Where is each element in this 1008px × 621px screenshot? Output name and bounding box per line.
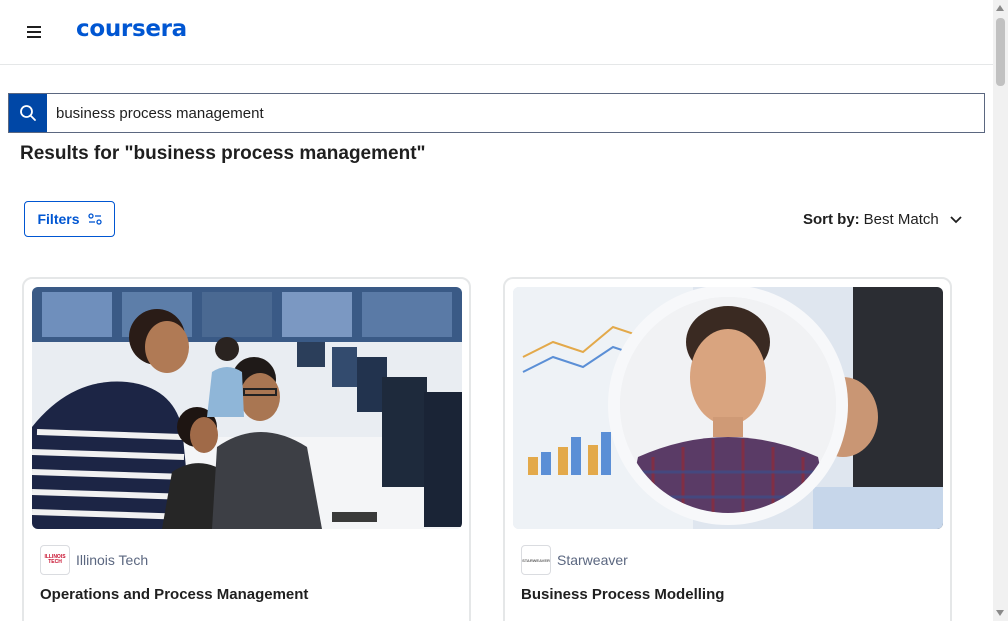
illinois-tech-logo: ILLINOIS TECH [40, 545, 70, 575]
search-button[interactable] [9, 94, 47, 132]
coursera-logo[interactable]: coursera [76, 16, 187, 42]
partner-name: Illinois Tech [76, 552, 149, 568]
scroll-down-arrow-icon[interactable] [996, 610, 1004, 616]
search-icon [20, 105, 36, 121]
course-card[interactable]: ILLINOIS TECH Illinois Tech Operations a… [22, 277, 471, 621]
sliders-icon [87, 213, 102, 225]
instructor-portrait-over-charts-photo [513, 287, 943, 529]
page: coursera Results for "business process m… [0, 0, 1008, 621]
course-title[interactable]: Business Process Modelling [521, 586, 724, 603]
course-title[interactable]: Operations and Process Management [40, 586, 308, 603]
starweaver-logo: STARWEAVER [521, 545, 551, 575]
search-bar [8, 93, 985, 133]
top-header: coursera [0, 0, 993, 65]
vertical-scrollbar[interactable] [993, 0, 1008, 621]
hamburger-menu-icon[interactable] [22, 20, 46, 44]
sort-value: Best Match [863, 211, 939, 228]
scroll-thumb[interactable] [996, 18, 1005, 86]
results-heading: Results for "business process management… [20, 143, 426, 164]
students-at-computers-photo [32, 287, 462, 529]
filters-label: Filters [37, 211, 80, 227]
partner-logo-text: STARWEAVER [522, 557, 550, 563]
partner-name: Starweaver [557, 552, 628, 568]
filters-button[interactable]: Filters [24, 201, 115, 237]
chevron-down-icon [950, 216, 962, 224]
partner-info: ILLINOIS TECH Illinois Tech [40, 545, 148, 575]
sort-dropdown[interactable]: Sort by: Best Match [803, 211, 963, 228]
scroll-up-arrow-icon[interactable] [996, 5, 1004, 11]
course-card[interactable]: STARWEAVER Starweaver Business Process M… [503, 277, 952, 621]
search-input[interactable] [47, 94, 984, 132]
sort-prefix: Sort by: [803, 211, 860, 228]
partner-info: STARWEAVER Starweaver [521, 545, 628, 575]
partner-logo-text: ILLINOIS TECH [44, 554, 66, 565]
